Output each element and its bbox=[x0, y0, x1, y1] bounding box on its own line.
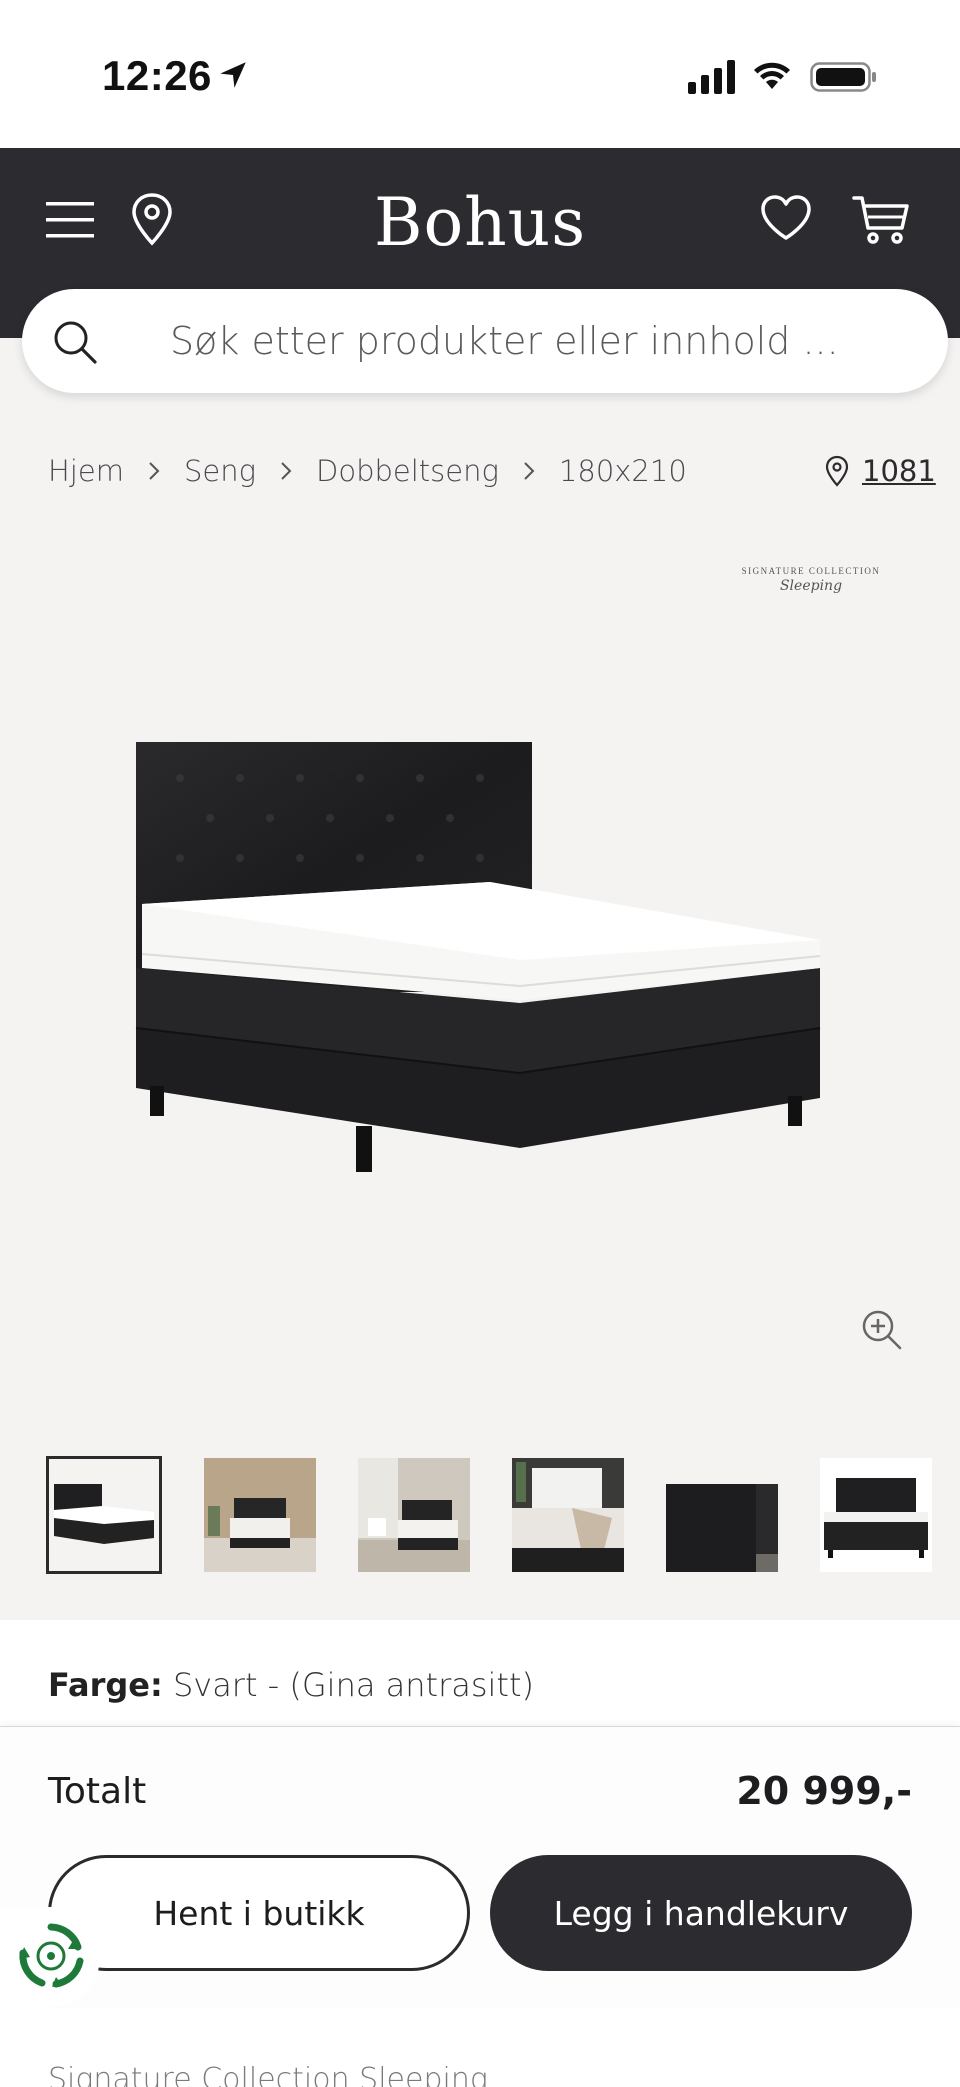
add-to-cart-button[interactable]: Legg i handlekurv bbox=[490, 1855, 912, 1971]
color-value: Svart - (Gina antrasitt) bbox=[172, 1666, 534, 1704]
total-label: Totalt bbox=[48, 1771, 147, 1812]
brand-logo: SIGNATURE COLLECTION Sleeping bbox=[716, 566, 906, 616]
thumbnail-4[interactable] bbox=[512, 1458, 624, 1572]
heart-icon[interactable] bbox=[760, 194, 812, 242]
purchase-bar: Totalt 20 999,- Hent i butikk Legg i han… bbox=[0, 1726, 960, 2007]
chevron-right-icon bbox=[256, 456, 316, 486]
location-arrow-icon bbox=[220, 62, 246, 88]
store-selector[interactable]: 1081 bbox=[824, 446, 936, 496]
breadcrumb: Hjem Seng Dobbeltseng 180x210 bbox=[48, 446, 687, 496]
breadcrumb-item-size[interactable]: 180x210 bbox=[559, 454, 687, 488]
brand-logo-line2: Sleeping bbox=[779, 578, 843, 594]
total-price: 20 999,- bbox=[736, 1769, 912, 1813]
breadcrumb-item-home[interactable]: Hjem bbox=[48, 454, 124, 488]
search-input[interactable] bbox=[170, 311, 910, 371]
cart-icon[interactable] bbox=[852, 194, 910, 246]
thumbnail-5[interactable] bbox=[666, 1458, 778, 1572]
search-icon bbox=[54, 321, 97, 364]
eco-badge[interactable] bbox=[0, 1907, 100, 2007]
brand-logo-line1: SIGNATURE COLLECTION bbox=[741, 566, 881, 576]
cellular-signal-icon bbox=[688, 60, 735, 94]
pickup-in-store-button[interactable]: Hent i butikk bbox=[48, 1855, 470, 1971]
battery-icon bbox=[810, 62, 876, 92]
chevron-right-icon bbox=[499, 456, 559, 486]
product-gallery: Hjem Seng Dobbeltseng 180x210 1081 SIGNA… bbox=[0, 338, 960, 1620]
footer-peek-text: Signature Collection Sleeping bbox=[48, 2062, 488, 2087]
location-pin-icon bbox=[825, 455, 849, 487]
bohus-logo[interactable]: Bohus bbox=[0, 184, 960, 261]
color-label: Farge: bbox=[48, 1666, 163, 1704]
thumbnail-1[interactable] bbox=[46, 1456, 162, 1574]
thumbnail-3[interactable] bbox=[358, 1458, 470, 1572]
color-row[interactable]: Farge: Svart - (Gina antrasitt) bbox=[48, 1666, 534, 1704]
recycle-icon bbox=[19, 1923, 84, 1988]
thumbnail-2[interactable] bbox=[204, 1458, 316, 1572]
chevron-right-icon bbox=[124, 456, 184, 486]
thumbnail-strip bbox=[46, 1456, 932, 1574]
status-time: 12:26 bbox=[102, 52, 212, 99]
zoom-in-icon[interactable] bbox=[860, 1308, 904, 1352]
breadcrumb-item-double-bed[interactable]: Dobbeltseng bbox=[316, 454, 499, 488]
status-bar: 12:26 bbox=[0, 0, 960, 148]
wifi-icon bbox=[754, 62, 790, 89]
breadcrumb-item-bed[interactable]: Seng bbox=[184, 454, 256, 488]
store-label[interactable]: 1081 bbox=[862, 454, 936, 488]
search-bar[interactable] bbox=[22, 289, 948, 393]
product-image[interactable] bbox=[120, 728, 840, 1198]
thumbnail-6[interactable] bbox=[820, 1458, 932, 1572]
